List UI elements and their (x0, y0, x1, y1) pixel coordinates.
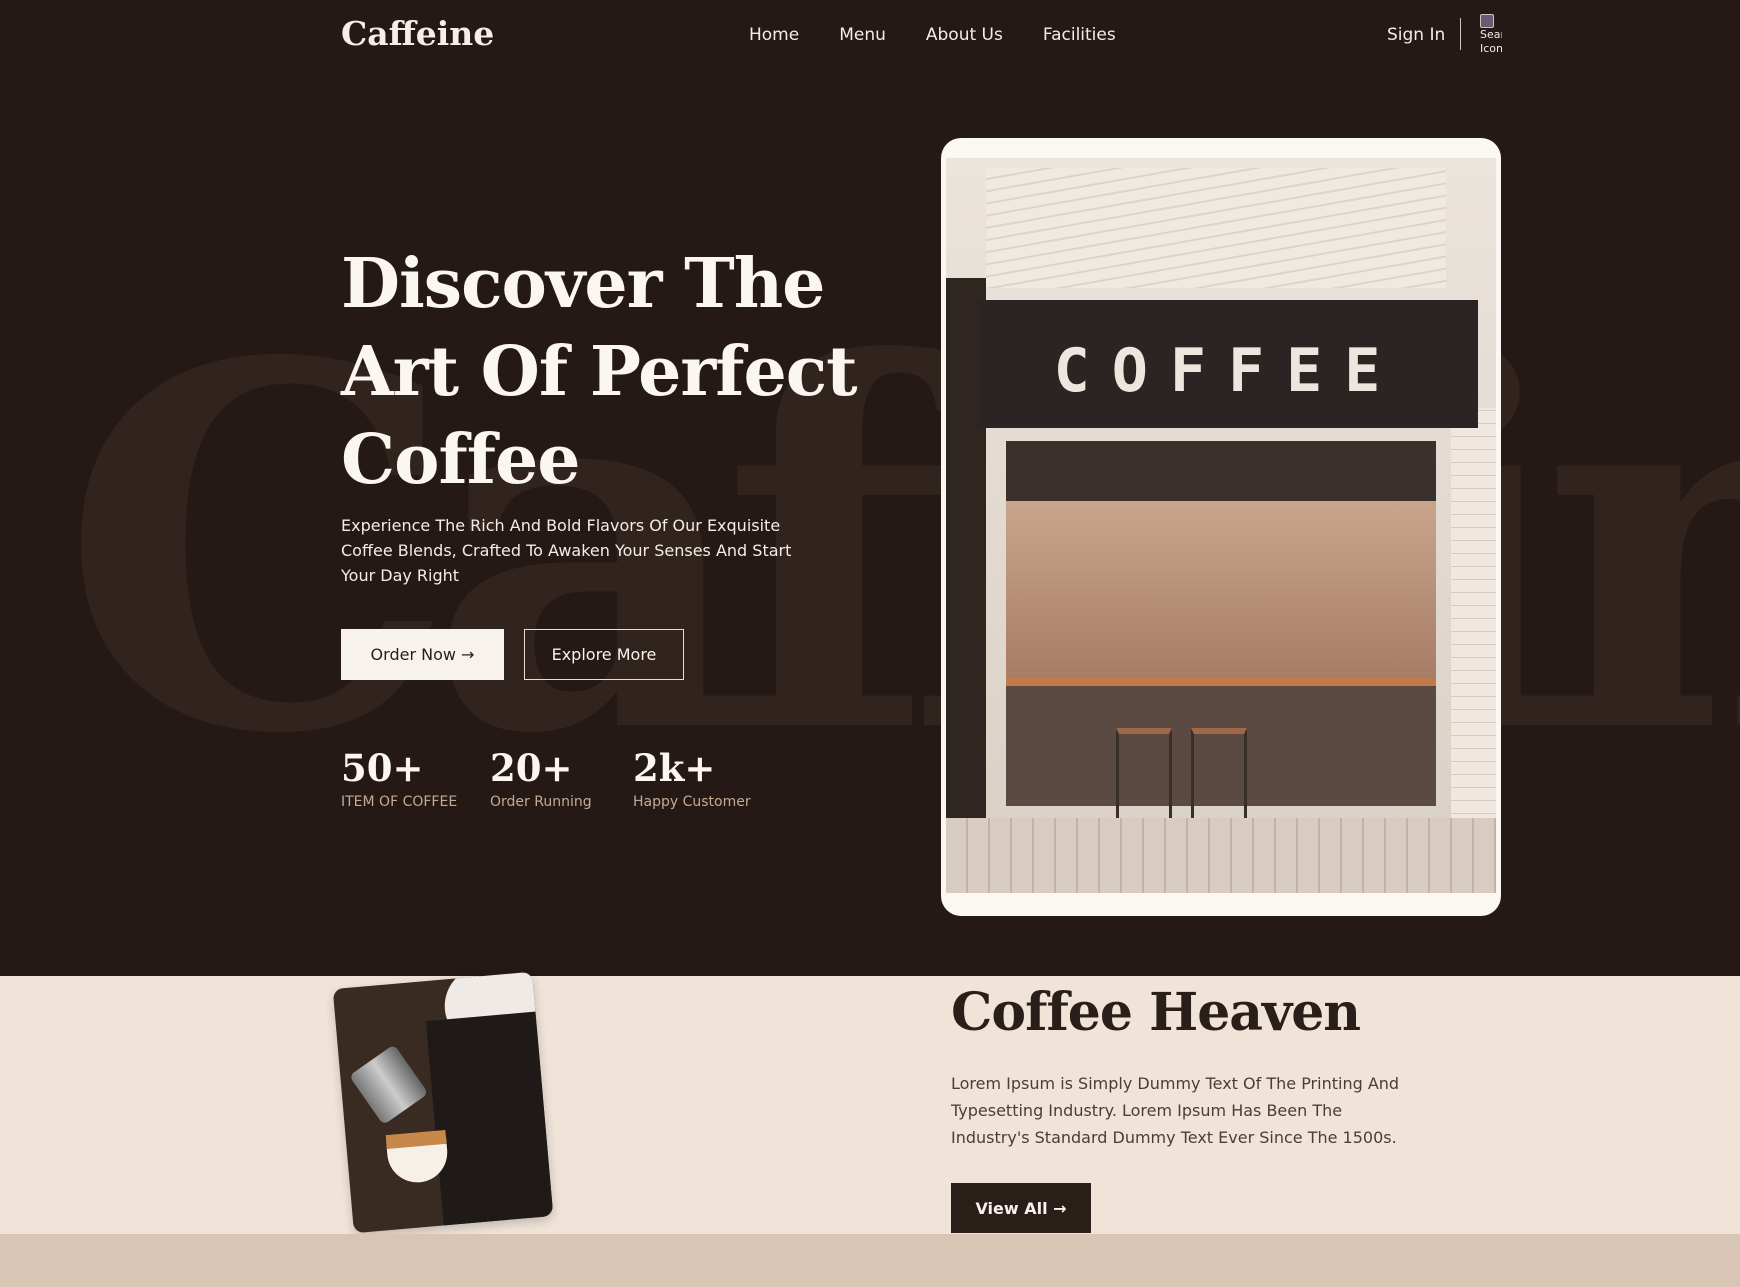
view-all-button[interactable]: View All → (951, 1183, 1091, 1233)
nav-item-about-us[interactable]: About Us (926, 25, 1003, 45)
hero-section: Caffeine Caffeine Home Menu About Us Fac… (0, 0, 1740, 976)
about-section (0, 976, 1740, 1234)
coffee-shop-image-card: COFFEE (941, 138, 1501, 916)
footer-band (0, 1234, 1740, 1287)
hero-headline: Discover The Art Of Perfect Coffee (341, 244, 858, 500)
sign-in-link[interactable]: Sign In (1387, 25, 1445, 45)
shop-window (1006, 501, 1436, 686)
pavement (946, 818, 1496, 893)
search-icon-alt-text: Search Icon (1480, 28, 1502, 55)
right-wall (1451, 408, 1496, 878)
nav-item-home[interactable]: Home (749, 25, 799, 45)
stat-items-of-coffee: 50+ ITEM OF COFFEE (341, 746, 457, 810)
hero-description: Experience The Rich And Bold Flavors Of … (341, 516, 792, 585)
barista-apron (425, 1010, 554, 1234)
broken-image-icon (1480, 14, 1494, 28)
logo[interactable]: Caffeine (341, 14, 494, 53)
about-description: Lorem Ipsum is Simply Dummy Text Of The … (951, 1074, 1400, 1147)
roof-tiles (986, 168, 1446, 288)
stat-value: 20+ (490, 746, 573, 790)
stat-value: 50+ (341, 746, 424, 790)
explore-more-button[interactable]: Explore More (524, 629, 684, 680)
about-title: Coffee Heaven (951, 982, 1361, 1043)
nav-item-menu[interactable]: Menu (839, 25, 886, 45)
nav-divider (1460, 18, 1461, 50)
main-nav: Home Menu About Us Facilities (749, 25, 1116, 45)
barista-image (332, 971, 554, 1234)
stat-value: 2k+ (633, 746, 716, 790)
stat-happy-customer: 2k+ Happy Customer (633, 746, 751, 810)
stat-label: Order Running (490, 794, 592, 810)
nav-item-facilities[interactable]: Facilities (1043, 25, 1116, 45)
milk-pitcher (349, 1044, 429, 1126)
shop-sign: COFFEE (978, 300, 1478, 428)
shop-sign-text: COFFEE (1053, 336, 1403, 406)
menu-board (1006, 441, 1436, 501)
order-now-button[interactable]: Order Now → (341, 629, 504, 680)
stat-label: Happy Customer (633, 794, 751, 810)
stat-label: ITEM OF COFFEE (341, 794, 458, 810)
coffee-shop-image: COFFEE (946, 158, 1496, 893)
search-icon[interactable]: Search Icon (1480, 14, 1502, 56)
stat-order-running: 20+ Order Running (490, 746, 592, 810)
